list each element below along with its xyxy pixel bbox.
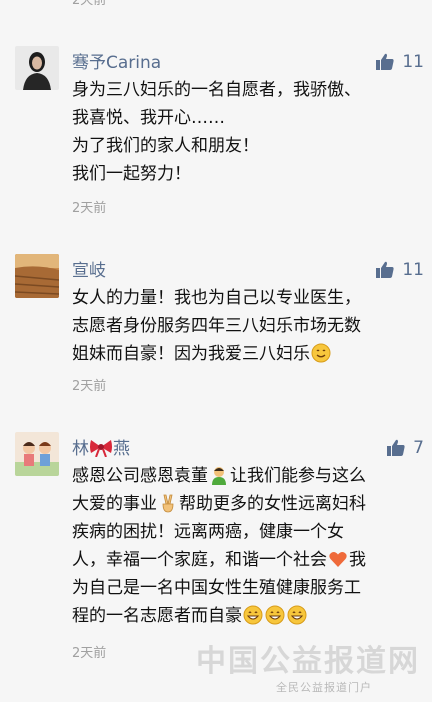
grin-emoji <box>287 605 307 625</box>
like-count: 11 <box>402 52 424 72</box>
like-count: 11 <box>402 260 424 280</box>
comment-line: 程的一名志愿者而自豪 <box>72 602 417 630</box>
watermark-subtitle: 全民公益报道门户 <box>276 681 372 694</box>
like-count: 7 <box>413 438 424 458</box>
comment-line: 为自己是一名中国女性生殖健康服务工 <box>72 578 361 598</box>
comment-line: 身为三八妇乐的一名自愿者，我骄傲、 <box>72 80 361 100</box>
comment-text: 感恩公司感恩袁董 让我们能参与这么 大爱的事业 帮助更多的女性远离妇科 疾病的困扰！… <box>72 462 417 630</box>
thumbs-up-icon <box>387 439 405 456</box>
comment-line: 我喜悦、我开心…… <box>72 108 225 128</box>
avatar-photo <box>15 432 59 476</box>
commenter-name[interactable]: 骞予Carina <box>72 48 161 73</box>
name-part: 燕 <box>113 439 130 459</box>
commenter-name[interactable]: 宣岐 <box>72 256 106 281</box>
comment-line: 大爱的事业 帮助更多的女性远离妇科 <box>72 490 417 518</box>
comment-line: 志愿者身份服务四年三八妇乐市场无数 <box>72 316 361 336</box>
comment-line-text: 大爱的事业 <box>72 494 157 514</box>
avatar[interactable] <box>15 432 59 476</box>
grin-emoji <box>243 605 263 625</box>
comment-time: 2天前 <box>72 201 107 216</box>
comment-line-text: 姐妹而自豪！因为我爱三八妇乐 <box>72 344 310 364</box>
smile-emoji <box>311 343 331 363</box>
previous-comment-time: 2天前 <box>72 0 107 8</box>
comment-time: 2天前 <box>72 646 107 661</box>
comment-line: 我们一起努力！ <box>72 164 191 184</box>
heart-emoji <box>329 552 347 567</box>
victory-hand-emoji <box>162 494 174 513</box>
thumbs-up-icon <box>376 53 394 70</box>
name-part: 林 <box>72 439 89 459</box>
comment-line-text: 帮助更多的女性远离妇科 <box>179 494 366 514</box>
avatar-photo <box>15 254 59 298</box>
like-button[interactable]: 11 <box>376 258 424 282</box>
avatar-photo <box>15 46 59 90</box>
comment-line: 姐妹而自豪！因为我爱三八妇乐 <box>72 340 417 368</box>
comment-time: 2天前 <box>72 379 107 394</box>
comment-line-text: 感恩公司感恩袁董 <box>72 466 208 486</box>
grin-emoji <box>265 605 285 625</box>
comment-text: 身为三八妇乐的一名自愿者，我骄傲、 我喜悦、我开心…… 为了我们的家人和朋友！ … <box>72 76 417 188</box>
comment-line: 女人的力量！我也为自己以专业医生， <box>72 288 361 308</box>
like-button[interactable]: 7 <box>387 436 424 460</box>
comment-line: 为了我们的家人和朋友！ <box>72 136 259 156</box>
comment-line-text: 程的一名志愿者而自豪 <box>72 606 242 626</box>
comment-line-text: 我 <box>349 550 366 570</box>
comment-text: 女人的力量！我也为自己以专业医生， 志愿者身份服务四年三八妇乐市场无数 姐妹而自… <box>72 284 417 368</box>
comment-line-text: 让我们能参与这么 <box>230 466 366 486</box>
avatar[interactable] <box>15 46 59 90</box>
comment-line: 感恩公司感恩袁董 让我们能参与这么 <box>72 462 417 490</box>
comment-line-text: 人，幸福一个家庭，和谐一个社会 <box>72 550 327 570</box>
comment-line: 疾病的困扰！远离两癌，健康一个女 <box>72 522 344 542</box>
thumbs-up-icon <box>376 261 394 278</box>
avatar[interactable] <box>15 254 59 298</box>
like-button[interactable]: 11 <box>376 50 424 74</box>
person-emoji <box>212 467 226 485</box>
commenter-name[interactable]: 林燕 <box>72 434 130 459</box>
watermark-logo: 中国公益报道网 <box>196 644 420 679</box>
bow-emoji <box>90 440 112 457</box>
comment-line: 人，幸福一个家庭，和谐一个社会 我 <box>72 546 417 574</box>
